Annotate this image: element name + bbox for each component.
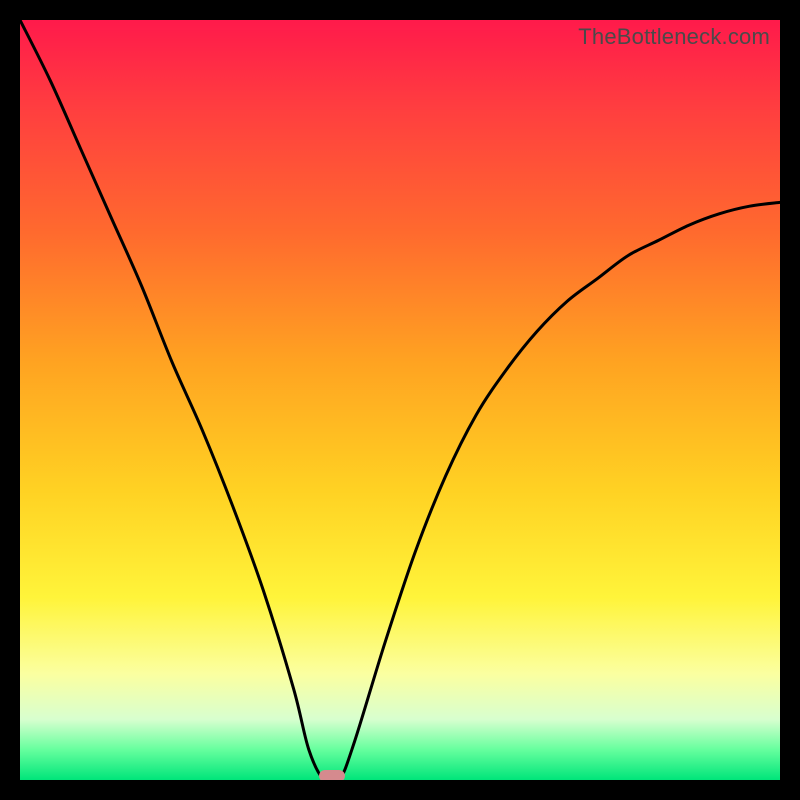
plot-area: TheBottleneck.com — [20, 20, 780, 780]
min-point-marker — [319, 770, 345, 780]
watermark-text: TheBottleneck.com — [578, 24, 770, 50]
curve-layer — [20, 20, 780, 780]
bottleneck-curve-path — [20, 20, 780, 780]
chart-frame: TheBottleneck.com — [0, 0, 800, 800]
